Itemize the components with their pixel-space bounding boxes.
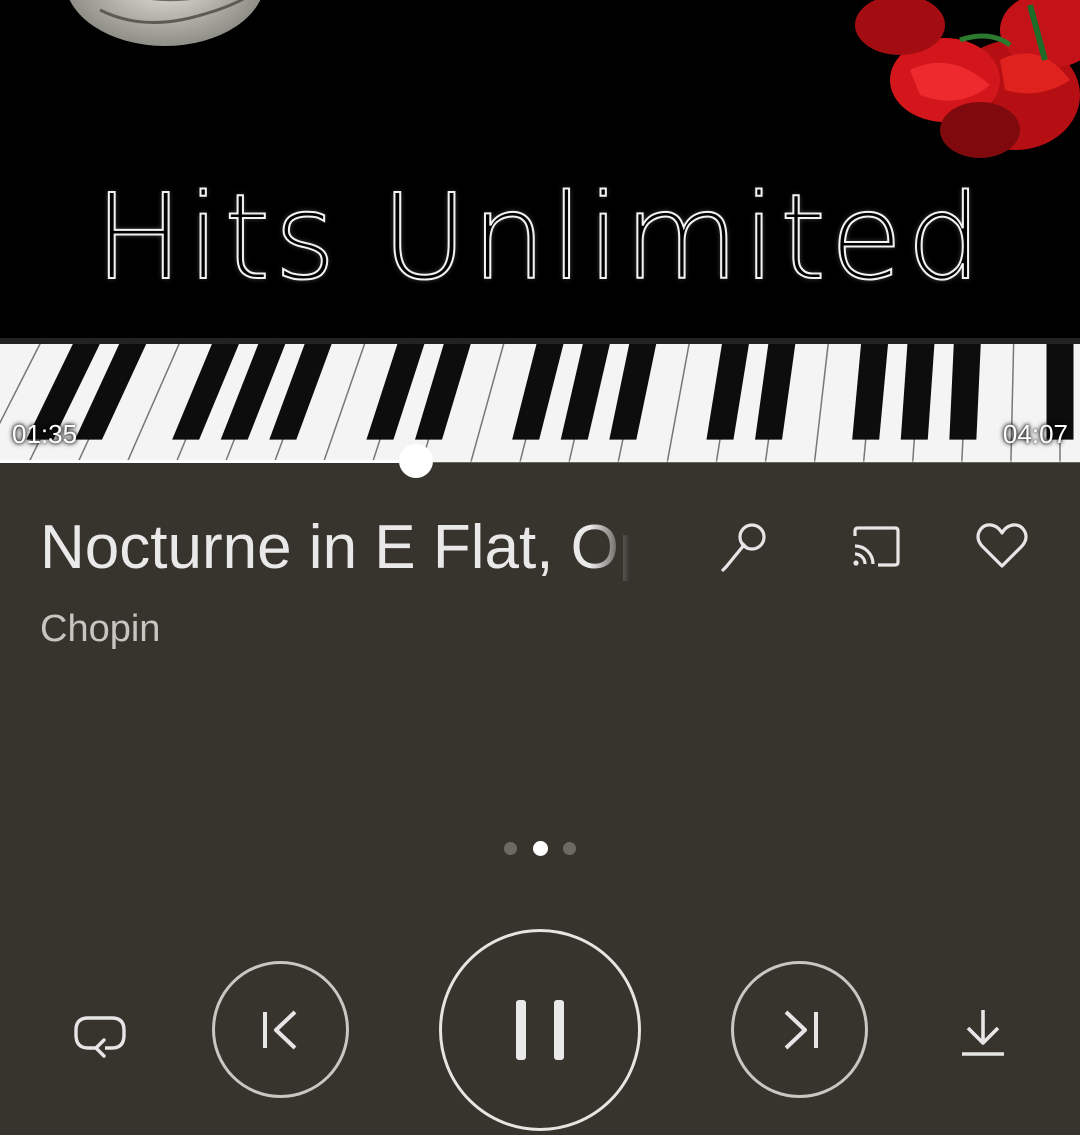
piano-black-key (949, 338, 982, 440)
repeat-button[interactable] (68, 1004, 132, 1064)
seek-bar-fill (0, 460, 416, 463)
cast-button[interactable] (845, 516, 907, 578)
page-dot[interactable] (563, 841, 576, 855)
page-indicator (504, 840, 576, 856)
page-dot[interactable] (504, 841, 517, 855)
seek-bar-thumb[interactable] (398, 444, 433, 478)
lyrics-button[interactable] (712, 516, 774, 578)
title-fade (590, 510, 630, 590)
repeat-icon (74, 1016, 126, 1058)
download-button[interactable] (953, 1002, 1013, 1062)
page-dot-active[interactable] (532, 840, 548, 856)
seek-bar[interactable] (0, 444, 1080, 478)
album-art: Hits Unlimited 01:35 04:07 (0, 0, 1080, 462)
total-time: 04:07 (1002, 419, 1068, 449)
piano-keys-top-shadow (0, 338, 1080, 344)
next-button[interactable] (731, 961, 868, 1098)
song-title-container: Nocturne in E Flat, Op. 9 No. 2 (40, 510, 630, 590)
previous-button[interactable] (212, 961, 349, 1098)
pause-icon (516, 1000, 564, 1060)
skip-previous-icon (262, 1010, 296, 1049)
album-art-text: Hits Unlimited (94, 167, 986, 307)
song-title: Nocturne in E Flat, Op. 9 No. 2 (40, 513, 630, 582)
download-icon (962, 1010, 1004, 1056)
artist-name[interactable]: Chopin (40, 608, 160, 651)
skip-next-icon (784, 1010, 818, 1049)
microphone-icon (721, 523, 766, 572)
cast-icon (853, 526, 900, 567)
favorite-button[interactable] (970, 514, 1034, 578)
elapsed-time: 01:35 (12, 419, 78, 449)
heart-outline-icon (976, 523, 1028, 568)
pause-button[interactable] (439, 929, 641, 1131)
